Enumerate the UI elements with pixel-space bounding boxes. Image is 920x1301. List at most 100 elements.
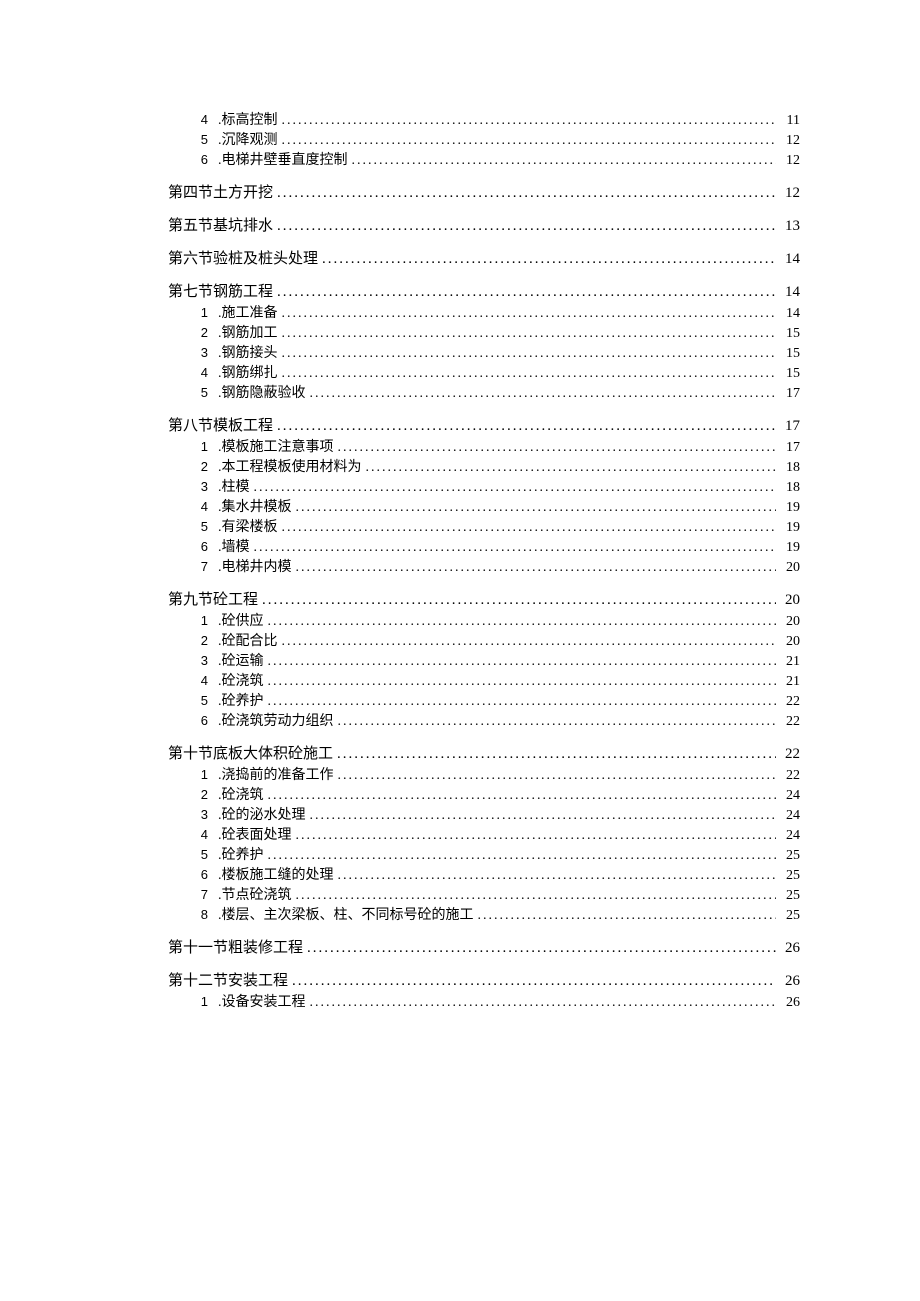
- toc-subsection[interactable]: 3.砼运输21: [192, 654, 800, 669]
- toc-title: .钢筋隐蔽验收: [218, 387, 306, 401]
- toc-section[interactable]: 第十二节安装工程26: [168, 974, 800, 989]
- toc-ordinal: 5: [192, 848, 208, 861]
- toc-ordinal: 6: [192, 868, 208, 881]
- toc-ordinal: 1: [192, 306, 208, 319]
- toc-page-number: 19: [780, 501, 800, 515]
- toc-leader: [254, 541, 777, 555]
- toc-subsection[interactable]: 1 .施工准备 14: [192, 306, 800, 321]
- toc-ordinal: 2: [192, 326, 208, 339]
- toc-subsection[interactable]: 8.楼层、主次梁板、柱、不同标号砼的施工25: [192, 908, 800, 923]
- toc-subsection[interactable]: 5.有梁楼板19: [192, 520, 800, 535]
- toc-page-number: 14: [780, 307, 800, 321]
- toc-section[interactable]: 第六节验桩及桩头处理14: [168, 252, 800, 267]
- toc-page-number: 12: [780, 134, 800, 148]
- toc-section[interactable]: 第七节钢筋工程14: [168, 285, 800, 300]
- toc-subsection[interactable]: 5.砼养护22: [192, 694, 800, 709]
- toc-leader: [338, 769, 777, 783]
- toc-page-number: 26: [780, 941, 800, 956]
- toc-section[interactable]: 第五节基坑排水13: [168, 219, 800, 234]
- toc-subsection[interactable]: 3.钢筋接头15: [192, 346, 800, 361]
- toc-leader: [338, 869, 777, 883]
- toc-title: .电梯井内模: [218, 561, 292, 575]
- toc-page-number: 25: [780, 849, 800, 863]
- toc-page-number: 20: [780, 635, 800, 649]
- toc-ordinal: 6: [192, 153, 208, 166]
- toc-subsection[interactable]: 1.砼供应20: [192, 614, 800, 629]
- toc-ordinal: 2: [192, 634, 208, 647]
- toc-subsection[interactable]: 2.砼浇筑24: [192, 788, 800, 803]
- toc-title: .标高控制: [218, 114, 278, 128]
- toc-page-number: 24: [780, 829, 800, 843]
- toc-page-number: 17: [780, 441, 800, 455]
- toc-subsection[interactable]: 4.砼表面处理24: [192, 828, 800, 843]
- toc-subsection[interactable]: 4.集水井模板19: [192, 500, 800, 515]
- toc-subsection[interactable]: 7.电梯井内模20: [192, 560, 800, 575]
- toc-subsection[interactable]: 6.墙模19: [192, 540, 800, 555]
- toc-ordinal: 7: [192, 888, 208, 901]
- toc-subsection[interactable]: 1.模板施工注意事项17: [192, 440, 800, 455]
- toc-ordinal: 3: [192, 654, 208, 667]
- toc-leader: [282, 327, 777, 341]
- toc-leader: [296, 501, 777, 515]
- toc-title: .浇捣前的准备工作: [218, 769, 334, 783]
- toc-page-number: 21: [780, 675, 800, 689]
- toc-page-number: 26: [780, 974, 800, 989]
- toc-subsection[interactable]: 5.钢筋隐蔽验收17: [192, 386, 800, 401]
- toc-title: .砼供应: [218, 615, 264, 629]
- toc-title: 第七节钢筋工程: [168, 285, 273, 300]
- toc-subsection[interactable]: 6.楼板施工缝的处理25: [192, 868, 800, 883]
- toc-subsection[interactable]: 6.电梯井壁垂直度控制12: [192, 153, 800, 168]
- toc-subsection[interactable]: 1.浇捣前的准备工作22: [192, 768, 800, 783]
- toc-page-number: 22: [780, 715, 800, 729]
- toc-section[interactable]: 第十一节粗装修工程26: [168, 941, 800, 956]
- toc-leader: [282, 347, 777, 361]
- toc-subsection[interactable]: 3.砼的泌水处理24: [192, 808, 800, 823]
- toc-title: .节点砼浇筑: [218, 889, 292, 903]
- toc-ordinal: 6: [192, 714, 208, 727]
- toc-subsection[interactable]: 3.柱模18: [192, 480, 800, 495]
- toc-leader: [282, 635, 777, 649]
- toc-ordinal: 4: [192, 828, 208, 841]
- toc-leader: [322, 252, 776, 267]
- toc-section[interactable]: 第十节底板大体积砼施工 22: [168, 747, 800, 762]
- toc-subsection[interactable]: 1.设备安装工程26: [192, 995, 800, 1010]
- toc-ordinal: 5: [192, 694, 208, 707]
- toc-section[interactable]: 第四节土方开挖12: [168, 186, 800, 201]
- toc-section[interactable]: 第九节砼工程20: [168, 593, 800, 608]
- toc-subsection[interactable]: 7 .节点砼浇筑 25: [192, 888, 800, 903]
- toc-subsection[interactable]: 4.标高控制11: [192, 113, 800, 128]
- toc-subsection[interactable]: 2.钢筋加工15: [192, 326, 800, 341]
- toc-leader: [277, 419, 776, 434]
- toc-subsection[interactable]: 6.砼浇筑劳动力组织22: [192, 714, 800, 729]
- toc-subsection[interactable]: 4.砼浇筑21: [192, 674, 800, 689]
- toc-subsection[interactable]: 4.钢筋绑扎15: [192, 366, 800, 381]
- toc-subsection[interactable]: 5 .砼养护 25: [192, 848, 800, 863]
- toc-title: .施工准备: [218, 307, 278, 321]
- toc-subsection[interactable]: 5 .沉降观测 12: [192, 133, 800, 148]
- toc-page-number: 20: [780, 593, 800, 608]
- toc-title: .楼层、主次梁板、柱、不同标号砼的施工: [218, 909, 474, 923]
- toc-section[interactable]: 第八节模板工程17: [168, 419, 800, 434]
- toc-title: .砼浇筑: [218, 675, 264, 689]
- toc-leader: [262, 593, 776, 608]
- toc-page-number: 25: [780, 889, 800, 903]
- toc-leader: [277, 186, 776, 201]
- toc-title: 第六节验桩及桩头处理: [168, 252, 318, 267]
- toc-page-number: 22: [780, 747, 800, 762]
- toc-page-number: 20: [780, 615, 800, 629]
- toc-subsection[interactable]: 2.本工程模板使用材料为18: [192, 460, 800, 475]
- toc-subsection[interactable]: 2 .砼配合比 20: [192, 634, 800, 649]
- toc-title: 第十节底板大体积砼施工: [168, 747, 333, 762]
- toc-leader: [310, 996, 777, 1010]
- toc-title: 第五节基坑排水: [168, 219, 273, 234]
- toc-ordinal: 5: [192, 133, 208, 146]
- toc-leader: [296, 829, 777, 843]
- toc-page-number: 22: [780, 769, 800, 783]
- toc-title: .砼配合比: [218, 635, 278, 649]
- toc-ordinal: 2: [192, 788, 208, 801]
- toc-title: .砼养护: [218, 849, 264, 863]
- toc-title: .设备安装工程: [218, 996, 306, 1010]
- toc-ordinal: 6: [192, 540, 208, 553]
- toc-leader: [268, 615, 777, 629]
- toc-title: .沉降观测: [218, 134, 278, 148]
